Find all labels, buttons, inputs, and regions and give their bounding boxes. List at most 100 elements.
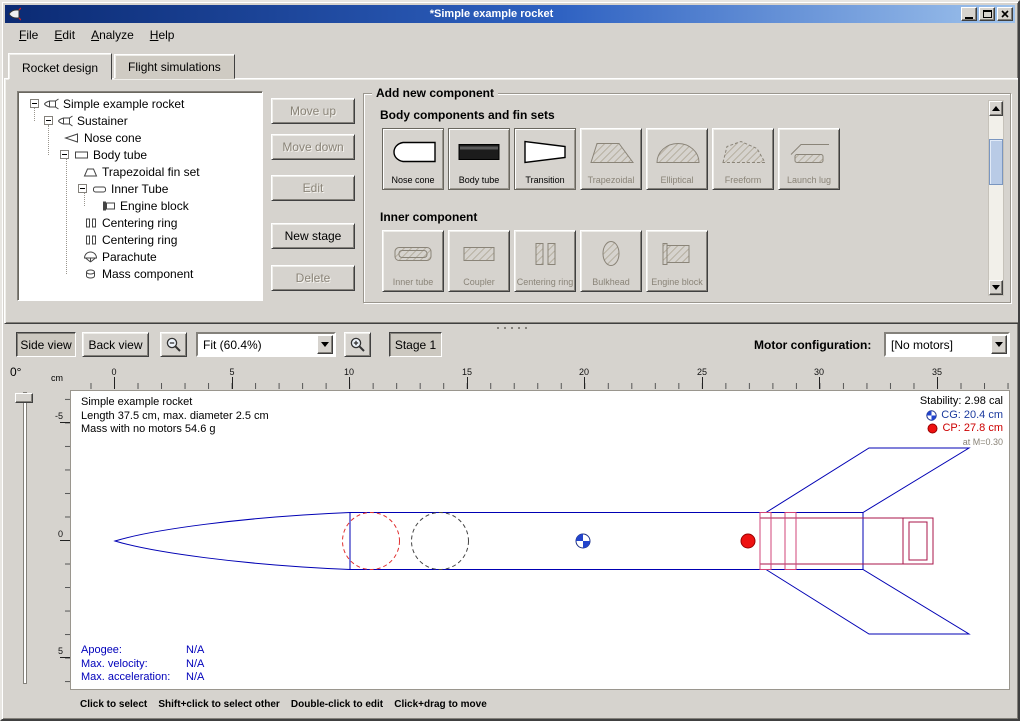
add-engine-block-button[interactable]: Engine block: [646, 230, 708, 292]
tree-item-engine-block[interactable]: Engine block: [100, 197, 262, 214]
add-component-group: Add new component Body components and fi…: [363, 93, 1011, 303]
tree-item-nose-cone[interactable]: Nose cone: [64, 129, 262, 146]
body-tube-icon: [73, 149, 90, 161]
minimize-button[interactable]: [961, 7, 977, 21]
maximize-button[interactable]: [979, 7, 995, 21]
engine-block-icon: [100, 200, 117, 212]
scroll-up-button[interactable]: [989, 101, 1003, 116]
add-inner-tube-button[interactable]: Inner tube: [382, 230, 444, 292]
nose-cone-icon: [64, 132, 81, 144]
nose-cone-icon: [383, 129, 443, 175]
add-coupler-button[interactable]: Coupler: [448, 230, 510, 292]
add-freeform-fin-button[interactable]: Freeform: [712, 128, 774, 190]
max-velocity-label: Max. velocity:: [81, 658, 186, 672]
ruler-unit-label: cm: [51, 373, 63, 383]
move-down-button[interactable]: Move down: [271, 134, 355, 160]
splitter-handle[interactable]: [4, 324, 1020, 332]
menu-help[interactable]: Help: [142, 25, 183, 45]
delete-button[interactable]: Delete: [271, 265, 355, 291]
zoom-out-button[interactable]: [160, 332, 187, 357]
menu-edit[interactable]: Edit: [46, 25, 83, 45]
combo-arrow-button[interactable]: [317, 335, 333, 354]
new-stage-button[interactable]: New stage: [271, 223, 355, 249]
app-icon[interactable]: [7, 7, 21, 21]
motor-configuration-select[interactable]: [No motors]: [884, 332, 1010, 357]
window-title: *Simple example rocket: [24, 8, 959, 20]
tree-item-rocket[interactable]: Simple example rocket: [30, 95, 262, 112]
tree-item-mass-component[interactable]: Mass component: [82, 265, 262, 282]
comp-button-label: Inner tube: [393, 277, 434, 287]
tree-item-label: Inner Tube: [111, 182, 168, 196]
edit-button[interactable]: Edit: [271, 175, 355, 201]
tree-item-centering-ring-2[interactable]: Centering ring: [82, 231, 262, 248]
svg-text:15: 15: [462, 367, 472, 377]
rocket-info: Simple example rocket Length 37.5 cm, ma…: [81, 396, 269, 437]
mach-condition: at M=0.30: [920, 436, 1003, 450]
zoom-level-select[interactable]: Fit (60.4%): [196, 332, 336, 357]
group-title: Add new component: [372, 86, 498, 100]
menu-analyze[interactable]: Analyze: [83, 25, 142, 45]
menu-file[interactable]: File: [11, 25, 46, 45]
cg-value: CG: 20.4 cm: [941, 409, 1003, 423]
move-up-button[interactable]: Move up: [271, 98, 355, 124]
collapse-icon[interactable]: [30, 99, 39, 108]
rocket-design-panel: Simple example rocket Sustainer Nose con…: [4, 78, 1020, 324]
elliptical-fin-icon: [647, 129, 707, 175]
stability-info: Stability: 2.98 cal CG: 20.4 cm CP: 27.8…: [920, 395, 1003, 449]
add-nose-cone-button[interactable]: Nose cone: [382, 128, 444, 190]
rocket-name: Simple example rocket: [81, 396, 269, 410]
rocket-outline: [115, 448, 969, 634]
rotation-value: 0°: [10, 365, 21, 379]
tab-flight-simulations[interactable]: Flight simulations: [114, 54, 235, 79]
tree-item-label: Nose cone: [84, 131, 141, 145]
tree-item-centering-ring-1[interactable]: Centering ring: [82, 214, 262, 231]
component-tree[interactable]: Simple example rocket Sustainer Nose con…: [17, 91, 263, 301]
tree-item-body-tube[interactable]: Body tube: [60, 146, 262, 163]
add-bulkhead-button[interactable]: Bulkhead: [580, 230, 642, 292]
comp-button-label: Trapezoidal: [588, 175, 635, 185]
rocket-view-canvas[interactable]: Simple example rocket Length 37.5 cm, ma…: [70, 390, 1010, 690]
stage-1-toggle[interactable]: Stage 1: [389, 332, 442, 357]
svg-text:30: 30: [814, 367, 824, 377]
rotation-slider-thumb[interactable]: [15, 393, 33, 403]
add-trapezoidal-fin-button[interactable]: Trapezoidal: [580, 128, 642, 190]
cp-icon: [927, 423, 938, 434]
motor-configuration-label: Motor configuration:: [754, 338, 871, 352]
body-components-label: Body components and fin sets: [380, 108, 555, 122]
parachute-outline: [343, 513, 400, 570]
inner-tube-icon: [383, 231, 443, 277]
title-bar[interactable]: *Simple example rocket: [5, 5, 1015, 23]
component-panel-scrollbar[interactable]: [988, 100, 1004, 296]
add-launch-lug-button[interactable]: Launch lug: [778, 128, 840, 190]
tree-item-trapezoidal-fin-set[interactable]: Trapezoidal fin set: [82, 163, 262, 180]
combo-arrow-button[interactable]: [991, 335, 1007, 354]
close-icon: [1001, 10, 1009, 18]
tree-guide: [34, 108, 35, 121]
inner-components: [760, 513, 933, 570]
collapse-icon[interactable]: [44, 116, 53, 125]
add-elliptical-fin-button[interactable]: Elliptical: [646, 128, 708, 190]
tab-rocket-design[interactable]: Rocket design: [8, 53, 112, 80]
side-view-button[interactable]: Side view: [16, 332, 76, 357]
close-button[interactable]: [997, 7, 1013, 21]
collapse-icon[interactable]: [60, 150, 69, 159]
tree-item-label: Mass component: [102, 267, 193, 281]
scroll-down-button[interactable]: [989, 280, 1003, 295]
add-body-tube-button[interactable]: Body tube: [448, 128, 510, 190]
add-transition-button[interactable]: Transition: [514, 128, 576, 190]
svg-text:25: 25: [697, 367, 707, 377]
tree-item-parachute[interactable]: Parachute: [82, 248, 262, 265]
tree-item-label: Body tube: [93, 148, 147, 162]
transition-icon: [515, 129, 575, 175]
comp-button-label: Transition: [525, 175, 564, 185]
tree-item-inner-tube[interactable]: Inner Tube: [78, 180, 262, 197]
zoom-in-button[interactable]: [344, 332, 371, 357]
rotation-slider[interactable]: [23, 392, 27, 684]
add-centering-ring-button[interactable]: Centering ring: [514, 230, 576, 292]
scrollbar-thumb[interactable]: [989, 139, 1003, 185]
tree-item-sustainer[interactable]: Sustainer: [44, 112, 262, 129]
chevron-down-icon: [995, 342, 1003, 351]
back-view-button[interactable]: Back view: [82, 332, 149, 357]
collapse-icon[interactable]: [78, 184, 87, 193]
svg-text:35: 35: [932, 367, 942, 377]
